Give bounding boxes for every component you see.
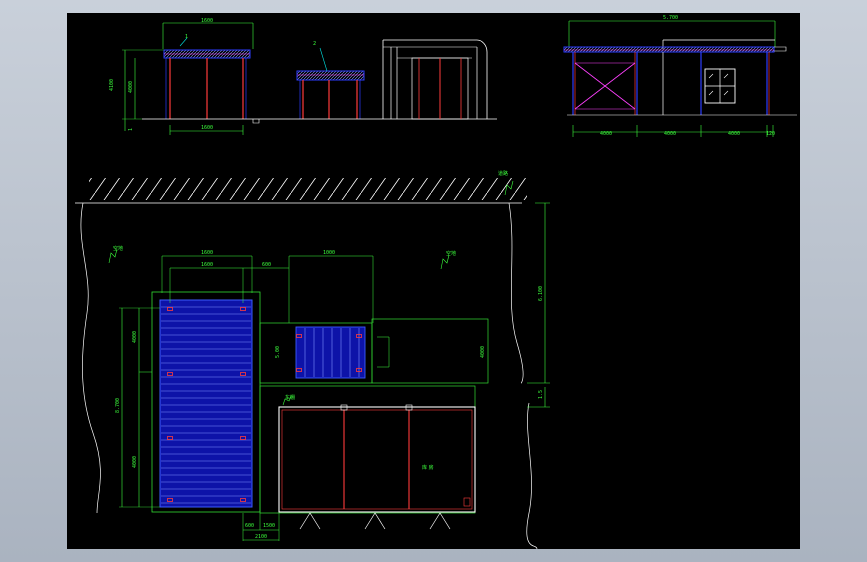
elevation-long-side: 5.700 4000 4000 4000 120 bbox=[563, 15, 797, 137]
plan-carport: 1600 1600 600 1000 8.700 4000 4000 bbox=[115, 250, 374, 513]
plan-h1-dim: 4000 bbox=[132, 331, 138, 343]
plan-bottom1-dim: 600 bbox=[245, 523, 254, 529]
plan-bottom-total-dim: 2100 bbox=[255, 534, 267, 540]
right-a-dim: 4000 bbox=[600, 131, 612, 137]
plan-w1-dim: 1600 bbox=[201, 250, 213, 256]
tag-2: 2 bbox=[313, 41, 316, 47]
elevation-side-building bbox=[379, 39, 497, 120]
plan-small-shelter: 5.00 4000 bbox=[259, 318, 489, 384]
plan-vert-total-dim: 6.100 bbox=[538, 286, 544, 301]
top-width-dim: 1600 bbox=[201, 18, 213, 24]
right-c-dim: 4000 bbox=[728, 131, 740, 137]
top-inner-dim: 1600 bbox=[201, 125, 213, 131]
room-tag: 车棚 bbox=[285, 394, 295, 401]
top-height-b-dim: 4000 bbox=[128, 81, 134, 93]
elevation-front-2: 2 bbox=[263, 41, 379, 120]
tag-1: 1 bbox=[185, 34, 188, 40]
top-base-dim: 1 bbox=[128, 128, 134, 131]
right-d-dim: 120 bbox=[766, 131, 775, 137]
plan-bottom2-dim: 1500 bbox=[263, 523, 275, 529]
plan-h-total-dim: 8.700 bbox=[115, 398, 121, 413]
elevation-front-1: 1600 1600 4100 4000 1 1 bbox=[109, 18, 263, 135]
right-b-dim: 4000 bbox=[664, 131, 676, 137]
plan-h2-dim: 4000 bbox=[132, 456, 138, 468]
plan-w4-dim: 1000 bbox=[323, 250, 335, 256]
plan-side-dim: 5.00 bbox=[275, 346, 281, 358]
plan-storage-room: 库 房 车棚 600 1500 2100 6.100 1.5 bbox=[242, 202, 550, 541]
site-top-label: 道路 bbox=[498, 170, 508, 177]
plan-w3-dim: 600 bbox=[262, 262, 271, 268]
plan-w2-dim: 1600 bbox=[201, 262, 213, 268]
plan-right-dim: 4000 bbox=[480, 346, 486, 358]
top-height-a-dim: 4100 bbox=[109, 79, 115, 91]
room-label: 库 房 bbox=[422, 464, 434, 471]
site-left-label: 空地 bbox=[113, 245, 123, 252]
cad-drawing-canvas[interactable]: 1600 1600 4100 4000 1 1 2 5.700 4000 400… bbox=[67, 13, 800, 549]
right-total-dim: 5.700 bbox=[663, 15, 678, 21]
plan-vert-small-dim: 1.5 bbox=[538, 390, 544, 399]
site-right-label: 空地 bbox=[446, 250, 456, 257]
